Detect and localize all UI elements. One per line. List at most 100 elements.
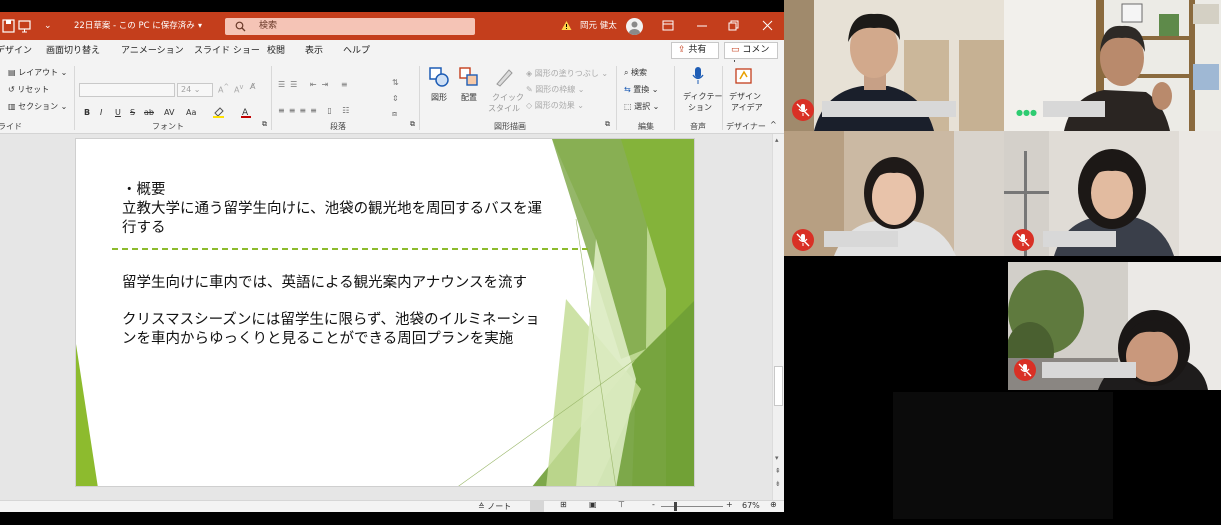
- shape-fill-button[interactable]: ◈ 図形の塗りつぶし ⌄: [526, 68, 608, 79]
- strikethrough-button[interactable]: S: [130, 108, 135, 117]
- layout-button[interactable]: ▤ レイアウト ⌄: [8, 67, 67, 78]
- font-dialog-launcher-icon[interactable]: ⧉: [262, 120, 267, 129]
- next-slide-icon[interactable]: ⇟: [775, 480, 781, 488]
- shapes-icon[interactable]: [428, 66, 450, 90]
- comment-button[interactable]: ▭ コメント: [724, 42, 778, 70]
- save-icon[interactable]: [2, 12, 16, 40]
- participant-tile-3[interactable]: [784, 131, 1004, 256]
- font-color-icon[interactable]: A: [240, 106, 254, 120]
- tab-slideshow[interactable]: スライド ショー: [194, 40, 260, 62]
- avatar[interactable]: [626, 18, 643, 35]
- participant-name-redacted: [1043, 231, 1116, 247]
- align-buttons-icon[interactable]: ≡≡≡≡ ▯ ☷: [278, 106, 353, 115]
- font-grow-icon[interactable]: A^: [218, 83, 229, 95]
- previous-slide-icon[interactable]: ⇞: [775, 467, 781, 475]
- tab-animations[interactable]: アニメーション: [121, 40, 184, 62]
- scroll-down-icon[interactable]: ▾: [775, 454, 779, 462]
- ribbon: ▤ レイアウト ⌄ ↺ リセット ▥ セクション ⌄ ライド 24 ⌄ A^ A…: [0, 62, 784, 134]
- shape-outline-button[interactable]: ✎ 図形の枠線 ⌄: [526, 84, 585, 95]
- participant-tile-1[interactable]: [784, 0, 1004, 131]
- dictate-label-2[interactable]: ション: [688, 102, 712, 113]
- tab-review[interactable]: 校閲: [267, 40, 285, 62]
- restore-icon[interactable]: [728, 12, 740, 40]
- slide-summary-line1: 立教大学に通う留学生向けに、池袋の観光地を周回するバスを運: [122, 201, 543, 217]
- design-ideas-label-1[interactable]: デザイン: [729, 91, 761, 102]
- participant-name-redacted: [1043, 101, 1105, 117]
- normal-view-icon[interactable]: [530, 500, 544, 512]
- replace-button[interactable]: ⇆ 置換 ⌄: [624, 84, 659, 95]
- zoom-level[interactable]: 67%: [742, 501, 760, 510]
- comment-icon: ▭: [731, 45, 743, 55]
- section-button[interactable]: ▥ セクション ⌄: [8, 101, 67, 112]
- tab-help[interactable]: ヘルプ: [343, 40, 370, 62]
- change-case-button[interactable]: Aa: [186, 108, 196, 117]
- scrollbar-thumb[interactable]: [774, 366, 783, 406]
- quick-styles-label-1[interactable]: クイック: [492, 92, 524, 103]
- share-button[interactable]: ⇪ 共有: [671, 42, 719, 59]
- slide-sorter-icon[interactable]: ⊞: [560, 500, 567, 509]
- notes-button[interactable]: ≙ ノート: [478, 501, 511, 512]
- fit-slide-icon[interactable]: ⊕: [770, 500, 777, 509]
- participant-name-redacted: [822, 101, 956, 117]
- find-button[interactable]: ⌕ 検索: [624, 67, 647, 78]
- text-direction-icon[interactable]: ⇅: [392, 78, 399, 87]
- slide-canvas[interactable]: ・概要 立教大学に通う留学生向けに、池袋の観光地を周回するバスを運 行する 留学…: [75, 138, 695, 487]
- find-icon: ⌕: [624, 68, 632, 77]
- slideshow-icon[interactable]: [18, 12, 32, 40]
- search-input[interactable]: 検索: [225, 18, 475, 35]
- divider: [271, 66, 272, 130]
- close-icon[interactable]: [762, 12, 774, 40]
- shape-effects-button[interactable]: ◇ 図形の効果 ⌄: [526, 100, 584, 111]
- select-button[interactable]: ⬚ 選択 ⌄: [624, 101, 659, 112]
- tab-transitions[interactable]: 画面切り替え: [46, 40, 100, 62]
- tab-design[interactable]: デザイン: [0, 40, 32, 62]
- dictate-label-1[interactable]: ディクテー: [683, 91, 722, 102]
- zoom-in-icon[interactable]: +: [726, 500, 733, 509]
- title-dropdown-icon[interactable]: ▾: [198, 12, 202, 40]
- microphone-icon[interactable]: [690, 65, 706, 89]
- collapse-ribbon-icon[interactable]: ^: [770, 120, 777, 129]
- reset-button[interactable]: ↺ リセット: [8, 84, 49, 95]
- font-shrink-icon[interactable]: Av: [234, 83, 243, 95]
- shapes-button[interactable]: 図形: [431, 92, 447, 103]
- participant-tile-4[interactable]: [1004, 131, 1221, 256]
- participant-tile-5[interactable]: [1008, 262, 1221, 390]
- vertical-scrollbar[interactable]: ▴ ▾ ⇞ ⇟: [772, 134, 784, 500]
- customize-toolbar-chevron-icon[interactable]: ⌄: [44, 12, 52, 40]
- char-spacing-button[interactable]: AV: [164, 108, 174, 117]
- arrange-icon[interactable]: [458, 66, 480, 90]
- clear-format-icon[interactable]: A̸: [250, 82, 255, 91]
- zoom-slider[interactable]: [661, 506, 723, 507]
- ribbon-display-icon[interactable]: [662, 12, 674, 40]
- slideshow-view-icon[interactable]: ⊤: [618, 500, 625, 509]
- user-name[interactable]: 岡元 健太: [580, 12, 617, 40]
- drawing-dialog-launcher-icon[interactable]: ⧉: [605, 120, 610, 129]
- reset-icon: ↺: [8, 85, 18, 94]
- warning-icon[interactable]: [561, 12, 572, 40]
- list-buttons-icon[interactable]: ☰☰ ⇤⇥ ≡: [278, 80, 353, 89]
- underline-button[interactable]: U: [115, 108, 121, 117]
- italic-button[interactable]: I: [100, 108, 102, 117]
- smartart-icon[interactable]: ⧈: [392, 109, 397, 119]
- notes-label: ノート: [487, 502, 512, 511]
- strike-ab-button[interactable]: ab: [144, 108, 154, 117]
- reading-view-icon[interactable]: ▣: [589, 500, 597, 509]
- design-ideas-icon[interactable]: [734, 65, 754, 89]
- arrange-button[interactable]: 配置: [461, 92, 477, 103]
- design-ideas-label-2[interactable]: アイデア: [731, 102, 763, 113]
- quick-styles-icon[interactable]: [493, 66, 515, 90]
- scroll-up-icon[interactable]: ▴: [775, 136, 779, 144]
- zoom-out-icon[interactable]: -: [652, 500, 655, 509]
- paragraph-dialog-launcher-icon[interactable]: ⧉: [410, 120, 415, 129]
- minimize-icon[interactable]: [696, 12, 708, 40]
- section-icon: ▥: [8, 102, 19, 111]
- align-text-icon[interactable]: ⇕: [392, 94, 399, 103]
- zoom-slider-thumb[interactable]: [674, 502, 677, 511]
- participant-tile-2[interactable]: ●●●: [1004, 0, 1221, 131]
- font-name-field[interactable]: [79, 83, 175, 97]
- tab-view[interactable]: 表示: [305, 40, 323, 62]
- bold-button[interactable]: B: [84, 108, 90, 117]
- highlight-icon[interactable]: [212, 106, 226, 120]
- font-size-field[interactable]: 24 ⌄: [177, 83, 213, 97]
- quick-styles-label-2[interactable]: スタイル: [488, 103, 520, 114]
